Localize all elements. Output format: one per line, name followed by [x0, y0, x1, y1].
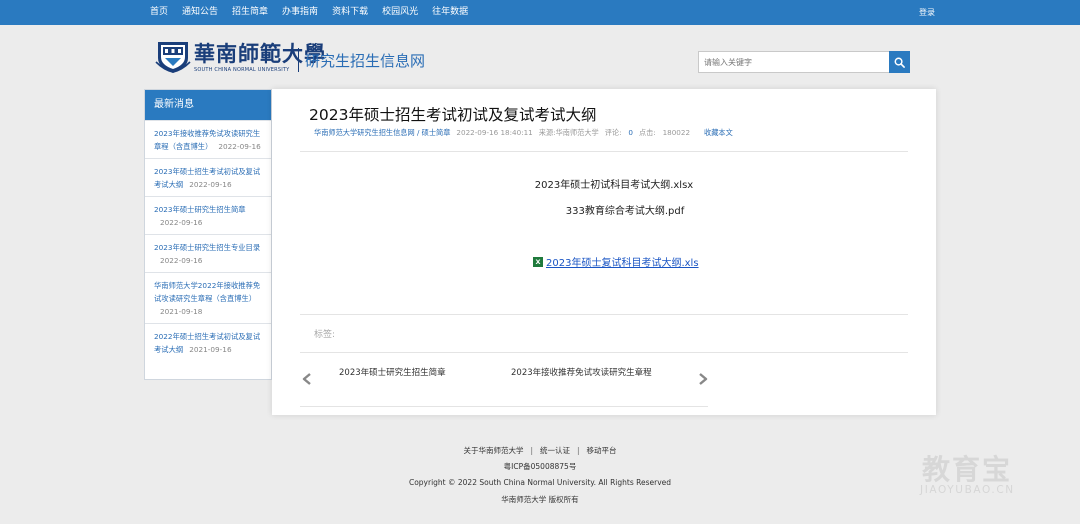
news-title[interactable]: 2023年硕士研究生招生专业目录: [154, 243, 260, 252]
logo-divider: [298, 48, 299, 72]
article-source: 华南师范大学: [555, 128, 599, 137]
divider: [300, 151, 908, 152]
breadcrumb-separator: /: [416, 128, 420, 137]
news-title[interactable]: 2023年硕士研究生招生简章: [154, 205, 246, 214]
watermark-text: 教育宝: [922, 453, 1013, 486]
university-emblem-icon[interactable]: [154, 36, 192, 74]
sidebar-heading: 最新消息: [145, 90, 271, 120]
sidebar-news-item[interactable]: 2023年硕士招生考试初试及复试考试大纲 2022-09-16: [145, 158, 271, 196]
article-title: 2023年硕士招生考试初试及复试考试大纲: [309, 106, 597, 124]
file-name-text: 2023年硕士初试科目考试大纲.xlsx: [534, 180, 694, 191]
sidebar-news-item[interactable]: 2023年硕士研究生招生专业目录 2022-09-16: [145, 234, 271, 272]
breadcrumb-section-link[interactable]: 硕士简章: [422, 128, 451, 137]
next-article-link[interactable]: 2023年接收推荐免试攻读研究生章程: [511, 366, 652, 378]
sidebar-news-item[interactable]: 2023年硕士研究生招生简章 2022-09-16: [145, 196, 271, 234]
favorite-link[interactable]: 收藏本文: [704, 128, 733, 138]
news-date: 2022-09-16: [160, 256, 203, 265]
login-link[interactable]: 登录: [919, 0, 935, 25]
chevron-right-icon[interactable]: [696, 371, 710, 387]
footer-sso-link[interactable]: 统一认证: [540, 446, 570, 455]
divider: [300, 314, 908, 315]
views-label: 点击:: [638, 128, 656, 137]
top-nav-bar: 首页 通知公告 招生简章 办事指南 资料下载 校园风光 往年数据 登录: [0, 0, 1080, 25]
nav-guide[interactable]: 办事指南: [282, 0, 318, 25]
excel-icon: X: [533, 256, 543, 267]
news-date: 2022-09-16: [160, 218, 203, 227]
news-date: 2021-09-18: [160, 307, 203, 316]
attachment: X 2023年硕士复试科目考试大纲.xls: [533, 254, 699, 269]
search-button[interactable]: [889, 51, 910, 73]
footer-divider: |: [530, 446, 533, 455]
footer-about-link[interactable]: 关于华南师范大学: [463, 446, 523, 455]
article-card: 2023年硕士招生考试初试及复试考试大纲 华南师范大学研究生招生信息网 / 硕士…: [272, 89, 936, 415]
nav-admissions-brochure[interactable]: 招生简章: [232, 0, 268, 25]
nav-past-data[interactable]: 往年数据: [432, 0, 468, 25]
news-title[interactable]: 华南师范大学2022年接收推荐免试攻读研究生章程（含直博生）: [154, 281, 260, 303]
nav-campus[interactable]: 校园风光: [382, 0, 418, 25]
view-count: 180022: [662, 128, 691, 137]
chevron-left-icon[interactable]: [300, 371, 314, 387]
sidebar-news-item[interactable]: 华南师范大学2022年接收推荐免试攻读研究生章程（含直博生） 2021-09-18: [145, 272, 271, 323]
latest-news-sidebar: 最新消息 2023年接收推荐免试攻读研究生章程（含直博生） 2022-09-16 …: [144, 89, 272, 380]
footer-divider: |: [577, 446, 580, 455]
footer-mobile-link[interactable]: 移动平台: [587, 446, 617, 455]
divider: [300, 352, 908, 353]
news-date: 2021-09-16: [189, 345, 232, 354]
comment-count[interactable]: 0: [628, 128, 633, 137]
sidebar-news-item[interactable]: 2022年硕士招生考试初试及复试考试大纲 2021-09-16: [145, 323, 271, 361]
breadcrumb-site-link[interactable]: 华南师范大学研究生招生信息网: [314, 128, 415, 137]
divider: [300, 406, 708, 407]
news-date: 2022-09-16: [218, 142, 261, 151]
tags-label: 标签:: [314, 330, 336, 340]
previous-article-link[interactable]: 2023年硕士研究生招生简章: [339, 366, 446, 378]
university-logo-english: SOUTH CHINA NORMAL UNIVERSITY: [194, 67, 290, 73]
sidebar-news-item[interactable]: 2023年接收推荐免试攻读研究生章程（含直博生） 2022-09-16: [145, 120, 271, 158]
nav-notices[interactable]: 通知公告: [182, 0, 218, 25]
main-nav: 首页 通知公告 招生简章 办事指南 资料下载 校园风光 往年数据: [150, 0, 482, 25]
search-input[interactable]: [698, 51, 890, 73]
attachment-download-link[interactable]: 2023年硕士复试科目考试大纲.xls: [546, 254, 699, 269]
watermark-logo: 教育宝 JIAOYUBAO.CN: [918, 448, 1068, 500]
article-meta: 华南师范大学研究生招生信息网 / 硕士简章 2022-09-16 18:40:1…: [314, 128, 733, 138]
file-name-text: 333教育综合考试大纲.pdf: [565, 206, 685, 217]
comments-label: 评论:: [604, 128, 622, 137]
site-title[interactable]: 研究生招生信息网: [305, 50, 425, 71]
news-date: 2022-09-16: [189, 180, 232, 189]
search-icon: [894, 57, 905, 68]
article-datetime: 2022-09-16 18:40:11: [456, 128, 533, 137]
nav-home[interactable]: 首页: [150, 0, 168, 25]
nav-downloads[interactable]: 资料下载: [332, 0, 368, 25]
watermark-domain: JIAOYUBAO.CN: [920, 484, 1015, 496]
source-label: 来源:: [538, 128, 556, 137]
search-box: [698, 51, 911, 73]
